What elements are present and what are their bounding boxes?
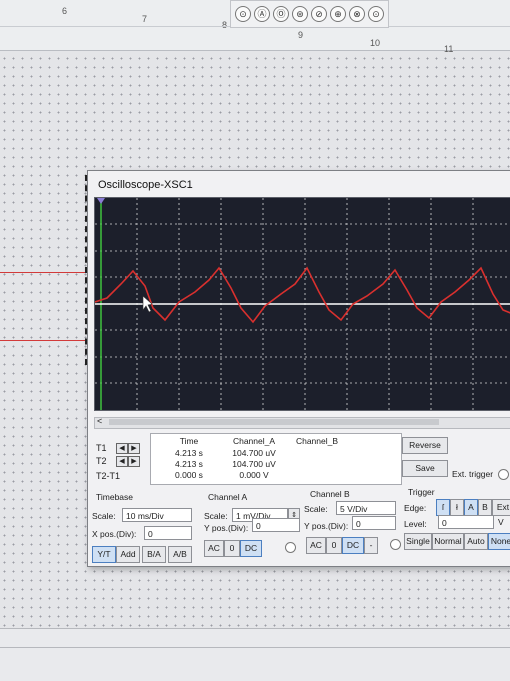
ruler-number: 8	[222, 20, 228, 30]
save-button[interactable]: Save	[402, 460, 448, 477]
t1-channel-a: 104.700 uV	[232, 448, 276, 458]
channel-a-zero-button[interactable]: 0	[224, 540, 240, 557]
trigger-none-button[interactable]: None	[488, 533, 510, 550]
toolbar-circle-icon[interactable]: ⊙	[368, 6, 384, 22]
trigger-source-a-button[interactable]: A	[464, 499, 478, 516]
channel-b-title: Channel B	[310, 489, 350, 499]
schematic-wire[interactable]	[0, 272, 88, 273]
channel-b-scale-label: Scale:	[304, 504, 328, 514]
toolbar-circle-icon[interactable]: ⊗	[349, 6, 365, 22]
channel-a-title: Channel A	[208, 492, 248, 502]
trigger-single-button[interactable]: Single	[404, 533, 432, 550]
delta-channel-a: 0.000 V	[239, 470, 269, 480]
trigger-title: Trigger	[408, 487, 435, 497]
row-label-t2-t1: T2-T1	[96, 471, 121, 481]
t2-time: 4.213 s	[175, 459, 203, 469]
rising-edge-icon[interactable]: ſ	[436, 499, 450, 516]
channel-b-ac-button[interactable]: AC	[306, 537, 326, 554]
cursor-readouts: T1 T2 T2-T1 ◀ ▶ ◀ ▶ Time Channel_A Chann…	[92, 431, 402, 485]
header-channel-b: Channel_B	[295, 436, 339, 446]
channel-a-trace	[95, 266, 510, 324]
toolbar-circle-icon[interactable]: ⊕	[330, 6, 346, 22]
timebase-scale-label: Scale:	[92, 511, 116, 521]
oscilloscope-window[interactable]: Oscilloscope-XSC1 × < T1 T2	[87, 170, 510, 567]
mode-add-button[interactable]: Add	[116, 546, 140, 563]
channel-a-ypos-field[interactable]: 0	[252, 518, 300, 532]
channel-b-ypos-label: Y pos.(Div):	[304, 521, 349, 531]
t2-right-arrow-icon[interactable]: ▶	[128, 456, 140, 467]
row-label-t2: T2	[96, 456, 107, 466]
mode-ab-button[interactable]: A/B	[168, 546, 192, 563]
mode-yt-button[interactable]: Y/T	[92, 546, 116, 563]
toolbar-circle-icon[interactable]: Ⓞ	[273, 6, 289, 22]
mouse-cursor-icon	[142, 295, 153, 313]
t2-left-arrow-icon[interactable]: ◀	[116, 456, 128, 467]
schematic-wire[interactable]	[0, 340, 88, 341]
t1-time: 4.213 s	[175, 448, 203, 458]
trigger-level-field[interactable]: 0	[438, 515, 494, 529]
channel-b-ypos-field[interactable]: 0	[352, 516, 396, 530]
scroll-thumb[interactable]	[109, 419, 439, 425]
channel-b-scale-field[interactable]: 5 V/Div	[336, 501, 396, 515]
t1-right-arrow-icon[interactable]: ▶	[128, 443, 140, 454]
channel-b-radio[interactable]	[390, 539, 401, 550]
ruler-number: 7	[142, 14, 148, 24]
delta-time: 0.000 s	[175, 470, 203, 480]
trigger-level-unit: V	[498, 517, 504, 527]
oscilloscope-screen[interactable]	[94, 197, 510, 411]
scope-trace-plot	[95, 198, 510, 410]
toolbar-icons: ⊙ Ⓐ Ⓞ ⊛ ⊘ ⊕ ⊗ ⊙	[230, 0, 389, 28]
channel-b-zero-button[interactable]: 0	[326, 537, 342, 554]
trigger-normal-button[interactable]: Normal	[432, 533, 464, 550]
scroll-left-icon[interactable]: <	[97, 416, 102, 426]
ruler-number: 11	[444, 44, 454, 54]
toolbar-circle-icon[interactable]: Ⓐ	[254, 6, 270, 22]
trigger-source-ext-button[interactable]: Ext	[492, 499, 510, 516]
channel-a-dc-button[interactable]: DC	[240, 540, 262, 557]
header-channel-a: Channel_A	[232, 436, 276, 446]
toolbar-circle-icon[interactable]: ⊘	[311, 6, 327, 22]
toolbar-circle-icon[interactable]: ⊙	[235, 6, 251, 22]
trigger-auto-button[interactable]: Auto	[464, 533, 488, 550]
readout-table: Time Channel_A Channel_B 4.213 s 4.213 s…	[150, 433, 402, 485]
channel-b-dc-button[interactable]: DC	[342, 537, 364, 554]
mode-ba-button[interactable]: B/A	[142, 546, 166, 563]
header-time: Time	[179, 436, 199, 446]
ruler-number: 6	[62, 6, 68, 16]
trigger-edge-label: Edge:	[404, 503, 427, 513]
channel-b-invert-button[interactable]: -	[364, 537, 378, 554]
cursor-t1-marker	[97, 198, 105, 204]
ruler-number: 9	[298, 30, 304, 40]
ruler-number: 10	[370, 38, 381, 48]
t2-channel-a: 104.700 uV	[232, 459, 276, 469]
ext-trigger-label: Ext. trigger	[452, 469, 494, 479]
channel-a-ypos-label: Y pos.(Div):	[204, 523, 249, 533]
ruler: 6 7 8 9 10 11 ⊙ Ⓐ Ⓞ ⊛ ⊘ ⊕ ⊗ ⊙	[0, 0, 510, 54]
timebase-title: Timebase	[96, 492, 134, 502]
x-position-field[interactable]: 0	[144, 526, 192, 540]
sheet-border	[0, 628, 510, 681]
falling-edge-icon[interactable]: ł	[450, 499, 464, 516]
channel-a-scale-label: Scale:	[204, 511, 228, 521]
trigger-level-label: Level:	[404, 519, 427, 529]
ext-trigger-radio[interactable]	[498, 469, 509, 480]
t1-left-arrow-icon[interactable]: ◀	[116, 443, 128, 454]
channel-a-ac-button[interactable]: AC	[204, 540, 224, 557]
window-title: Oscilloscope-XSC1	[98, 179, 193, 191]
screen-scrollbar[interactable]: <	[94, 416, 510, 429]
reverse-button[interactable]: Reverse	[402, 437, 448, 454]
trigger-source-b-button[interactable]: B	[478, 499, 492, 516]
channel-a-radio[interactable]	[285, 542, 296, 553]
timebase-scale-field[interactable]: 10 ms/Div	[122, 508, 192, 522]
x-position-label: X pos.(Div):	[92, 529, 137, 539]
toolbar-circle-icon[interactable]: ⊛	[292, 6, 308, 22]
row-label-t1: T1	[96, 443, 107, 453]
